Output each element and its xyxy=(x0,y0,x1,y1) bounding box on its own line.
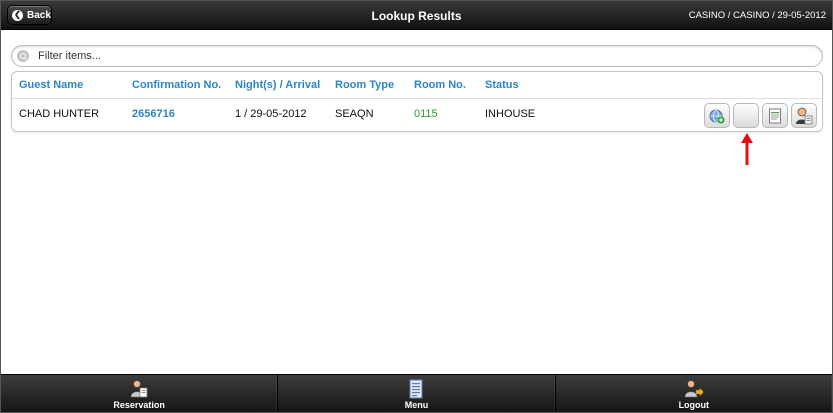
cell-guest-name: CHAD HUNTER xyxy=(19,108,100,120)
cell-status: INHOUSE xyxy=(485,108,536,120)
add-action-button[interactable] xyxy=(704,103,730,128)
add-globe-icon xyxy=(709,109,725,123)
filter-bar xyxy=(11,45,823,67)
context-info: CASINO / CASINO / 29-05-2012 xyxy=(688,10,826,21)
results-table: Guest Name Confirmation No. Night(s) / A… xyxy=(11,71,823,132)
column-header-room-no[interactable]: Room No. xyxy=(414,79,466,91)
bottom-nav: Reservation Menu Logout xyxy=(1,374,832,412)
cell-nights-arrival: 1 / 29-05-2012 xyxy=(235,108,307,120)
column-header-room-type[interactable]: Room Type xyxy=(335,79,394,91)
blank-action-button[interactable] xyxy=(733,103,759,128)
guest-profile-icon xyxy=(796,107,813,124)
cell-confirmation-no[interactable]: 2656716 xyxy=(132,108,175,120)
logout-person-icon xyxy=(684,380,704,398)
column-header-guest-name[interactable]: Guest Name xyxy=(19,79,83,91)
annotation-arrow-icon xyxy=(741,133,753,165)
tab-logout-label: Logout xyxy=(678,400,710,410)
table-row[interactable]: CHAD HUNTER 2656716 1 / 29-05-2012 SEAQN… xyxy=(12,99,822,132)
tab-reservation[interactable]: Reservation xyxy=(1,375,279,412)
tab-reservation-label: Reservation xyxy=(113,400,165,410)
filter-input[interactable] xyxy=(38,50,798,62)
document-icon xyxy=(769,108,781,123)
cell-room-type: SEAQN xyxy=(335,108,374,120)
cell-room-no: 0115 xyxy=(414,108,438,120)
reservation-person-icon xyxy=(130,380,148,398)
column-header-confirmation-no[interactable]: Confirmation No. xyxy=(132,79,221,91)
guest-profile-action-button[interactable] xyxy=(791,103,817,128)
tab-menu[interactable]: Menu xyxy=(278,375,556,412)
tab-logout[interactable]: Logout xyxy=(556,375,832,412)
column-header-status[interactable]: Status xyxy=(485,79,519,91)
search-icon xyxy=(17,50,29,62)
top-bar: ❮ Back Lookup Results CASINO / CASINO / … xyxy=(1,1,832,30)
menu-document-icon xyxy=(409,379,423,399)
column-header-nights-arrival[interactable]: Night(s) / Arrival xyxy=(235,79,320,91)
document-action-button[interactable] xyxy=(762,103,788,128)
tab-menu-label: Menu xyxy=(404,400,429,410)
table-header: Guest Name Confirmation No. Night(s) / A… xyxy=(12,72,822,99)
